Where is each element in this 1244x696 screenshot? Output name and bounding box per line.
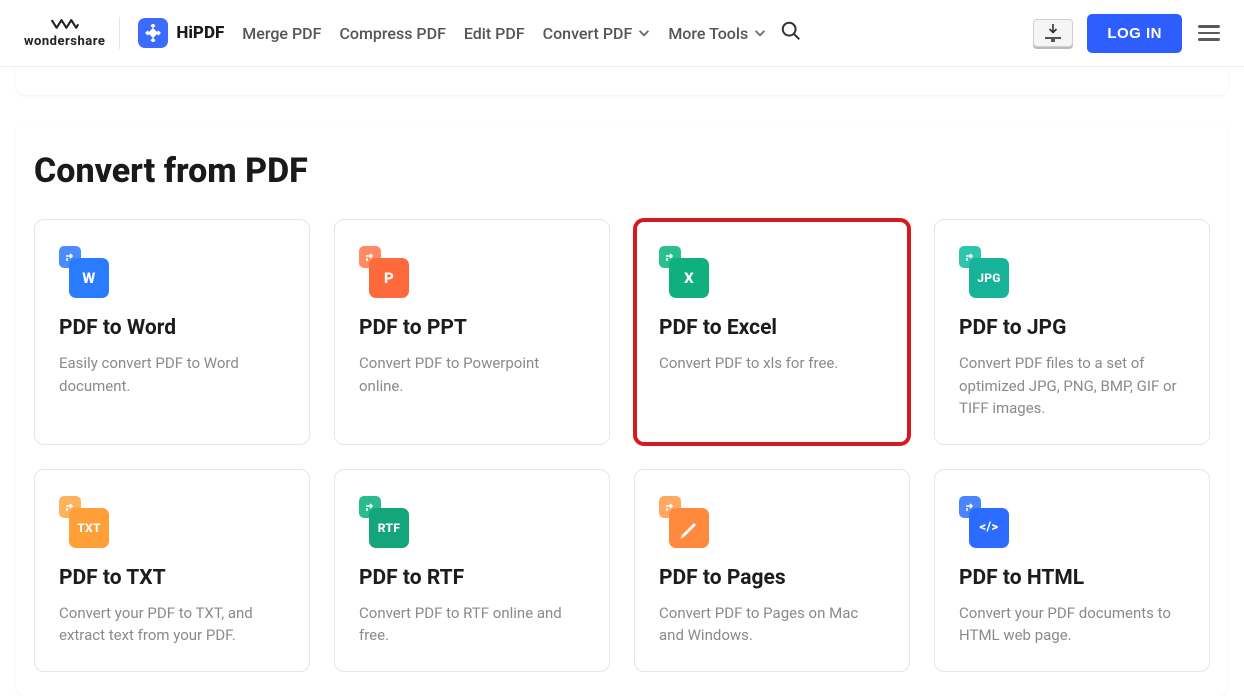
monitor-icon	[1044, 37, 1062, 43]
card-title: PDF to Pages	[659, 566, 885, 590]
icon-letter: RTF	[378, 521, 400, 535]
page-content: Convert from PDF W PDF to Word Easily co…	[0, 67, 1244, 696]
icon-letter: JPG	[977, 271, 1001, 285]
icon-letter: TXT	[77, 521, 101, 535]
nav-compress-pdf[interactable]: Compress PDF	[339, 24, 445, 43]
pen-icon	[678, 517, 700, 539]
hamburger-icon	[1198, 25, 1220, 28]
wondershare-icon	[51, 18, 79, 32]
top-header: wondershare HiPDF Merge PDF Compress PDF…	[0, 0, 1244, 67]
card-pdf-to-word[interactable]: W PDF to Word Easily convert PDF to Word…	[34, 219, 310, 445]
card-pdf-to-jpg[interactable]: JPG PDF to JPG Convert PDF files to a se…	[934, 219, 1210, 445]
card-pdf-to-ppt[interactable]: P PDF to PPT Convert PDF to Powerpoint o…	[334, 219, 610, 445]
card-description: Convert your PDF to TXT, and extract tex…	[59, 602, 285, 647]
nav-label: Edit PDF	[464, 24, 525, 43]
card-description: Convert PDF to RTF online and free.	[359, 602, 585, 647]
card-description: Easily convert PDF to Word document.	[59, 352, 285, 397]
icon-letter: P	[384, 269, 394, 287]
download-desktop-button[interactable]	[1033, 19, 1073, 47]
card-description: Convert PDF to Pages on Mac and Windows.	[659, 602, 885, 647]
pdf-to-jpg-icon: JPG	[959, 246, 1009, 298]
card-description: Convert PDF to Powerpoint online.	[359, 352, 585, 397]
icon-letter: W	[82, 269, 95, 287]
wondershare-logo[interactable]: wondershare	[24, 18, 105, 49]
pdf-to-pages-icon	[659, 496, 709, 548]
hipdf-icon	[138, 18, 168, 48]
card-title: PDF to TXT	[59, 566, 285, 590]
card-title: PDF to Word	[59, 316, 285, 340]
card-title: PDF to PPT	[359, 316, 585, 340]
previous-section-edge	[16, 67, 1228, 95]
nav-label: Convert PDF	[543, 24, 633, 43]
icon-letter: X	[684, 269, 694, 287]
card-description: Convert PDF to xls for free.	[659, 352, 885, 375]
nav-label: Compress PDF	[339, 24, 445, 43]
pdf-to-html-icon: </>	[959, 496, 1009, 548]
pdf-to-rtf-icon: RTF	[359, 496, 409, 548]
card-title: PDF to RTF	[359, 566, 585, 590]
menu-button[interactable]	[1198, 25, 1220, 41]
card-pdf-to-txt[interactable]: TXT PDF to TXT Convert your PDF to TXT, …	[34, 469, 310, 672]
card-pdf-to-html[interactable]: </> PDF to HTML Convert your PDF documen…	[934, 469, 1210, 672]
card-title: PDF to Excel	[659, 316, 885, 340]
pdf-to-ppt-icon: P	[359, 246, 409, 298]
nav-merge-pdf[interactable]: Merge PDF	[242, 24, 321, 43]
card-title: PDF to JPG	[959, 316, 1185, 340]
brand-hipdf[interactable]: HiPDF	[138, 18, 224, 48]
card-title: PDF to HTML	[959, 566, 1185, 590]
card-description: Convert PDF files to a set of optimized …	[959, 352, 1185, 420]
chevron-down-icon	[638, 30, 650, 37]
header-divider	[119, 17, 120, 49]
nav-more-tools[interactable]: More Tools	[668, 24, 766, 43]
card-description: Convert your PDF documents to HTML web p…	[959, 602, 1185, 647]
card-pdf-to-rtf[interactable]: RTF PDF to RTF Convert PDF to RTF online…	[334, 469, 610, 672]
convert-from-pdf-section: Convert from PDF W PDF to Word Easily co…	[16, 123, 1228, 696]
search-icon	[780, 20, 802, 42]
pdf-to-excel-icon: X	[659, 246, 709, 298]
tool-cards-grGrid: W PDF to Word Easily convert PDF to Word…	[34, 219, 1210, 672]
chevron-down-icon	[754, 30, 766, 37]
card-pdf-to-excel[interactable]: X PDF to Excel Convert PDF to xls for fr…	[634, 219, 910, 445]
download-icon	[1046, 23, 1060, 37]
nav-label: Merge PDF	[242, 24, 321, 43]
search-button[interactable]	[780, 20, 802, 46]
login-button[interactable]: LOG IN	[1087, 14, 1182, 53]
nav-label: More Tools	[668, 24, 748, 43]
wondershare-text: wondershare	[24, 34, 105, 49]
pdf-to-txt-icon: TXT	[59, 496, 109, 548]
main-nav: Merge PDF Compress PDF Edit PDF Convert …	[242, 24, 766, 43]
icon-letter: </>	[980, 520, 999, 535]
section-title: Convert from PDF	[34, 151, 1210, 191]
card-pdf-to-pages[interactable]: PDF to Pages Convert PDF to Pages on Mac…	[634, 469, 910, 672]
nav-edit-pdf[interactable]: Edit PDF	[464, 24, 525, 43]
pdf-to-word-icon: W	[59, 246, 109, 298]
nav-convert-pdf[interactable]: Convert PDF	[543, 24, 651, 43]
brand-name: HiPDF	[176, 23, 224, 43]
